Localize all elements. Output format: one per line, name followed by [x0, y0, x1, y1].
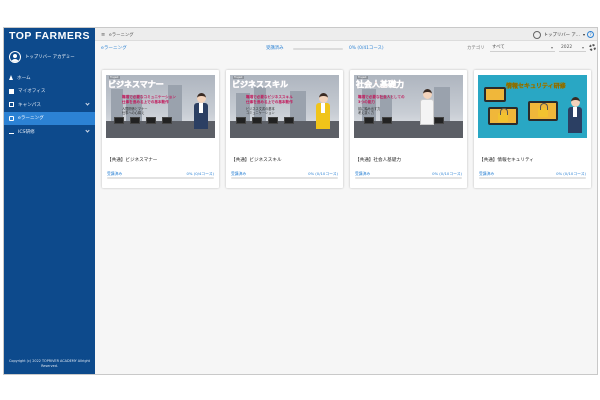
campus-icon	[9, 102, 14, 108]
monitor-shape	[146, 117, 156, 124]
avatar-icon	[9, 51, 21, 63]
course-progress-bar	[231, 177, 338, 179]
ics-icon	[9, 129, 14, 135]
elearning-icon	[9, 115, 14, 121]
page-title: eラーニング	[101, 46, 127, 51]
sidebar-item-my-office[interactable]: マイオフィス	[4, 85, 95, 99]
monitor-shape	[130, 117, 140, 124]
monitor-shape	[162, 117, 172, 124]
year-select-value: 2022	[561, 44, 573, 50]
thumbnail-line: 仕事を進める上での基本動作	[122, 100, 169, 104]
monitor-shape	[284, 117, 294, 124]
thumbnail-subline: コミュニケーション	[246, 111, 275, 115]
monitor-shape	[236, 117, 246, 124]
monitor-shape	[252, 117, 262, 124]
chevron-down-icon: ▾	[581, 44, 584, 50]
thumbnail-line: 仕事を進める上での基本動作	[246, 100, 293, 104]
completion-status-label: 受講済み	[266, 46, 284, 51]
sidebar: TOP FARMERS トップリバー アカデミー ホーム マイオフィス キャンパ…	[4, 28, 95, 374]
lock-icon	[538, 103, 548, 117]
category-select[interactable]: すべて ▾	[490, 44, 555, 52]
thumbnail-subline: 考え抜く力	[358, 111, 374, 115]
sidebar-user-name: トップリバー アカデミー	[25, 55, 75, 60]
gear-icon[interactable]	[589, 44, 596, 51]
course-card-business-manner[interactable]: Trajest ビジネスマナー 職場で必要なコミュニケーション 仕事を進める上で…	[102, 70, 219, 188]
lock-icon	[498, 108, 508, 122]
presenter-illustration	[420, 89, 434, 125]
sidebar-item-home[interactable]: ホーム	[4, 71, 95, 85]
thumbnail-title: 社会人基礎力	[356, 80, 405, 90]
hamburger-menu-icon[interactable]: ≡	[101, 32, 105, 38]
presenter-illustration	[194, 93, 208, 129]
category-select-value: すべて	[492, 44, 505, 50]
sidebar-item-label: マイオフィス	[18, 89, 46, 95]
course-title[interactable]: 【共通】ビジネスマナー	[107, 157, 157, 163]
brand-logo[interactable]: TOP FARMERS	[4, 30, 95, 42]
category-label: カテゴリ	[467, 46, 485, 51]
course-progress-bar	[355, 177, 462, 179]
course-card-info-security[interactable]: 情報セキュリティ研修 【共通】情報セキュリティ 受講済み 0% (0/10コース…	[474, 70, 591, 188]
sidebar-item-label: キャンパス	[18, 102, 41, 108]
thumbnail-title: ビジネススキル	[232, 80, 289, 90]
top-bar: ≡ eラーニング トップリバー ア... ▾ ?	[95, 28, 597, 41]
user-menu[interactable]: トップリバー ア... ▾	[532, 28, 585, 41]
sidebar-item-label: eラーニング	[18, 116, 44, 122]
sidebar-item-label: ホーム	[17, 75, 31, 81]
breadcrumb: eラーニング	[109, 32, 134, 38]
thumbnail-line: 3つの能力	[358, 100, 375, 104]
thumbnail-title: 情報セキュリティ研修	[506, 84, 566, 90]
sidebar-user[interactable]: トップリバー アカデミー	[9, 49, 75, 65]
thumbnail-subline: 仕事への心構え	[122, 111, 145, 115]
user-menu-name: トップリバー ア...	[543, 32, 580, 38]
computer-illustration	[484, 87, 506, 102]
course-card-working-basics[interactable]: Trajest 社会人基礎力 職場で必要な社会人としての 3つの能力 前に踏み出…	[350, 70, 467, 188]
course-title[interactable]: 【共通】情報セキュリティ	[479, 157, 534, 163]
course-thumbnail[interactable]: Trajest ビジネスマナー 職場で必要なコミュニケーション 仕事を進める上で…	[106, 75, 215, 138]
help-icon[interactable]: ?	[587, 31, 594, 38]
year-select[interactable]: 2022 ▾	[559, 44, 586, 52]
course-progress-bar	[107, 177, 214, 179]
sidebar-nav: ホーム マイオフィス キャンパス eラーニング ICS研修	[4, 71, 95, 139]
presenter-illustration	[568, 97, 582, 133]
monitor-shape	[364, 117, 374, 124]
chevron-down-icon: ▾	[582, 32, 585, 37]
thumbnail-title: ビジネスマナー	[108, 80, 164, 90]
filter-bar: eラーニング 受講済み 0% (0/41コース) カテゴリ すべて ▾ 2022…	[95, 42, 597, 54]
chevron-down-icon	[85, 101, 90, 106]
copyright-text: Copyright (c) 2022 TOPRIVER ACADEMY Allr…	[9, 359, 90, 368]
sidebar-item-label: ICS研修	[18, 129, 35, 135]
sidebar-item-ics-training[interactable]: ICS研修	[4, 125, 95, 139]
chevron-down-icon: ▾	[550, 44, 553, 50]
user-icon	[532, 30, 541, 39]
home-icon	[9, 75, 13, 81]
course-title[interactable]: 【共通】社会人基礎力	[355, 157, 401, 163]
app-window: TOP FARMERS トップリバー アカデミー ホーム マイオフィス キャンパ…	[3, 27, 598, 375]
presenter-illustration	[316, 93, 330, 129]
course-card-business-skill[interactable]: Trajest ビジネススキル 職場で必要なビジネススキル 仕事を進める上での基…	[226, 70, 343, 188]
monitor-shape	[268, 117, 278, 124]
sidebar-item-elearning[interactable]: eラーニング	[4, 111, 95, 125]
course-thumbnail[interactable]: Trajest ビジネススキル 職場で必要なビジネススキル 仕事を進める上での基…	[230, 75, 339, 138]
course-grid: Trajest ビジネスマナー 職場で必要なコミュニケーション 仕事を進める上で…	[100, 58, 597, 374]
course-thumbnail[interactable]: 情報セキュリティ研修	[478, 75, 587, 138]
monitor-shape	[434, 117, 444, 124]
course-progress-bar	[479, 177, 586, 179]
monitor-shape	[114, 117, 124, 124]
sidebar-item-campus[interactable]: キャンパス	[4, 98, 95, 112]
overall-progress-text: 0% (0/41コース)	[349, 46, 384, 51]
chevron-down-icon	[85, 128, 90, 133]
office-icon	[9, 88, 14, 94]
overall-progress-bar	[293, 47, 343, 50]
monitor-shape	[382, 117, 392, 124]
course-title[interactable]: 【共通】ビジネススキル	[231, 157, 282, 163]
course-thumbnail[interactable]: Trajest 社会人基礎力 職場で必要な社会人としての 3つの能力 前に踏み出…	[354, 75, 463, 138]
